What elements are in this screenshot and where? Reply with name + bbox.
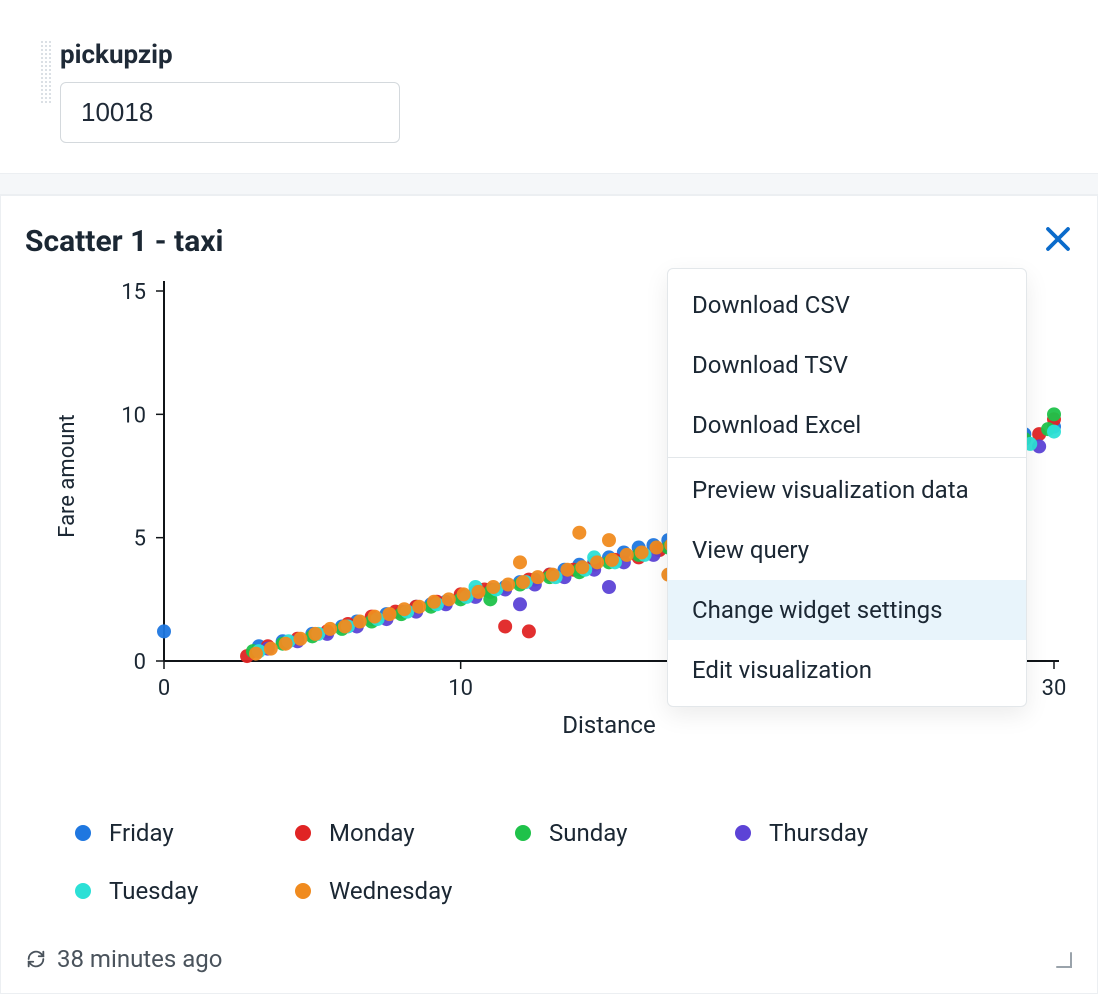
legend-label: Thursday	[769, 819, 868, 847]
svg-text:15: 15	[121, 280, 146, 305]
legend-swatch-icon	[75, 883, 91, 899]
svg-text:10: 10	[448, 676, 473, 701]
menu-item-edit-visualization[interactable]: Edit visualization	[668, 640, 1026, 700]
param-input-pickupzip[interactable]	[60, 82, 400, 143]
menu-item-download-excel[interactable]: Download Excel	[668, 395, 1026, 455]
section-divider	[0, 173, 1098, 195]
legend-item[interactable]: Thursday	[735, 819, 935, 847]
legend-label: Sunday	[549, 819, 628, 847]
drag-handle-icon[interactable]	[40, 40, 52, 104]
legend-item[interactable]: Monday	[295, 819, 495, 847]
legend-swatch-icon	[295, 825, 311, 841]
svg-text:Distance: Distance	[562, 711, 655, 739]
resize-handle-icon[interactable]	[1049, 945, 1073, 973]
svg-text:Fare amount: Fare amount	[55, 414, 80, 537]
widget-title: Scatter 1 - taxi	[25, 224, 223, 259]
svg-text:5: 5	[134, 527, 146, 552]
menu-item-change-settings[interactable]: Change widget settings	[668, 580, 1026, 640]
legend-label: Friday	[109, 819, 174, 847]
menu-item-view-query[interactable]: View query	[668, 520, 1026, 580]
menu-item-preview-data[interactable]: Preview visualization data	[668, 460, 1026, 520]
visualization-widget: Scatter 1 - taxi 0102030051015DistanceFa…	[0, 195, 1098, 994]
svg-text:0: 0	[158, 676, 170, 701]
legend-swatch-icon	[735, 825, 751, 841]
legend-label: Tuesday	[109, 877, 198, 905]
param-label-pickupzip: pickupzip	[60, 40, 400, 70]
legend-item[interactable]: Tuesday	[75, 877, 275, 905]
svg-text:0: 0	[134, 650, 146, 675]
refresh-timestamp: 38 minutes ago	[57, 945, 222, 973]
legend-swatch-icon	[295, 883, 311, 899]
svg-text:30: 30	[1042, 676, 1067, 701]
svg-text:10: 10	[121, 403, 146, 428]
legend-swatch-icon	[75, 825, 91, 841]
legend-label: Wednesday	[329, 877, 452, 905]
menu-divider	[668, 457, 1026, 458]
parameter-panel: pickupzip	[0, 0, 1098, 173]
chart-legend: Friday Monday Sunday Thursday Tuesday Wednesd…	[75, 819, 1073, 905]
refresh-icon	[25, 948, 47, 970]
legend-label: Monday	[329, 819, 415, 847]
menu-item-download-csv[interactable]: Download CSV	[668, 275, 1026, 335]
close-icon[interactable]	[1043, 224, 1073, 258]
legend-swatch-icon	[515, 825, 531, 841]
legend-item[interactable]: Sunday	[515, 819, 715, 847]
legend-item[interactable]: Wednesday	[295, 877, 495, 905]
menu-item-download-tsv[interactable]: Download TSV	[668, 335, 1026, 395]
widget-context-menu: Download CSV Download TSV Download Excel…	[667, 268, 1027, 707]
refresh-status: 38 minutes ago	[25, 945, 222, 973]
legend-item[interactable]: Friday	[75, 819, 275, 847]
